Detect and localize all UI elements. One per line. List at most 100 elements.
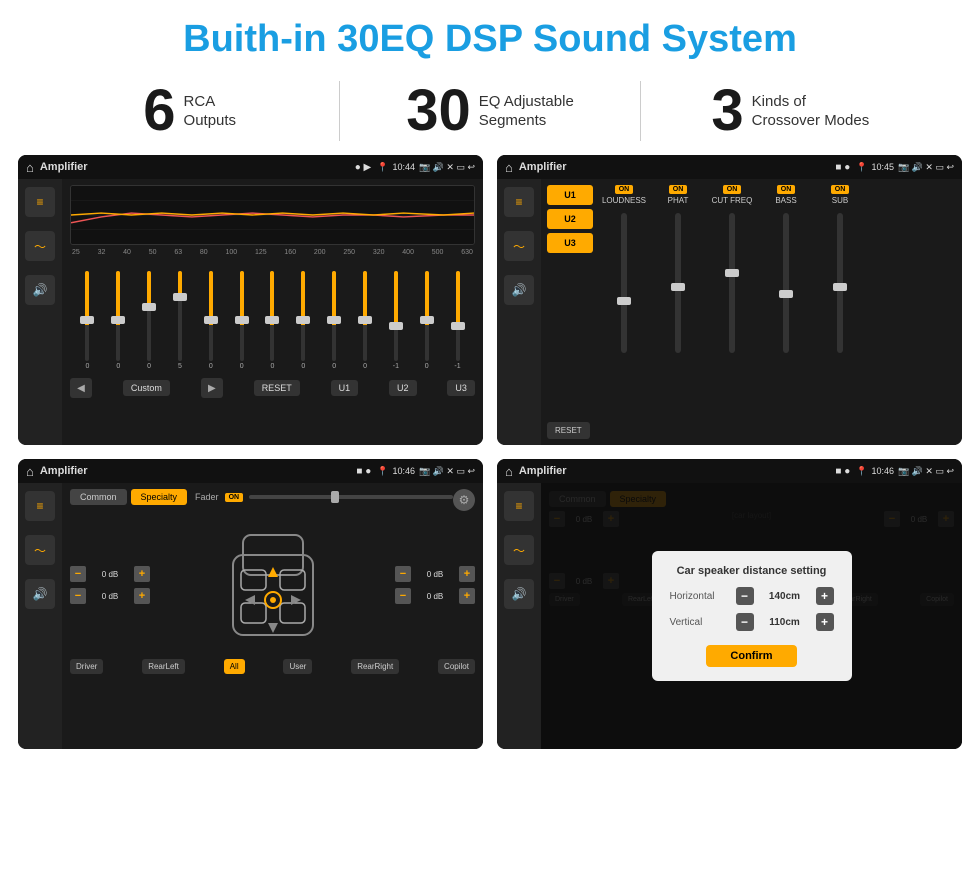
vol-value-fr: 0 dB — [414, 570, 456, 579]
all-btn[interactable]: All — [224, 659, 245, 674]
next-btn[interactable]: ▶ — [201, 378, 223, 398]
screen-distance: ⌂ Amplifier ■ ● 📍 10:46 📷 🔊 ✕ ▭ ↩ ≡ 〜 🔊 … — [497, 459, 962, 749]
eq-control-btn[interactable]: ≡ — [25, 187, 55, 217]
horizontal-label: Horizontal — [670, 591, 725, 602]
prev-btn[interactable]: ◀ — [70, 378, 92, 398]
wave-control-btn[interactable]: 〜 — [25, 231, 55, 261]
spk-vol-btn[interactable]: 🔊 — [25, 579, 55, 609]
amp-main-area: U1 U2 U3 ON LOUDNESS — [541, 179, 962, 445]
screen-eq: ⌂ Amplifier ● ▶ 📍 10:44 📷 🔊 ✕ ▭ ↩ ≡ 〜 🔊 — [18, 155, 483, 445]
amp-spk-btn[interactable]: 🔊 — [504, 275, 534, 305]
custom-label: Custom — [123, 380, 170, 396]
eq-freq-labels: 253240506380100125160200250320400500630 — [70, 249, 475, 256]
channel-phat: ON PHAT — [653, 185, 703, 357]
u3-label[interactable]: U3 — [447, 380, 475, 396]
vol-row-rr: − 0 dB + — [395, 588, 475, 604]
vertical-value: 110cm — [765, 617, 805, 628]
on-badge-cutfreq: ON — [723, 185, 742, 194]
tab-common[interactable]: Common — [70, 489, 127, 505]
screenshots-grid: ⌂ Amplifier ● ▶ 📍 10:44 📷 🔊 ✕ ▭ ↩ ≡ 〜 🔊 — [0, 155, 980, 759]
u3-preset[interactable]: U3 — [547, 233, 593, 253]
horizontal-row: Horizontal − 140cm + — [670, 587, 834, 605]
channel-bass: ON BASS — [761, 185, 811, 357]
rearright-btn[interactable]: RearRight — [351, 659, 399, 674]
status-dot-3: ■ ● — [356, 466, 371, 477]
screen-amp: ⌂ Amplifier ■ ● 📍 10:45 📷 🔊 ✕ ▭ ↩ ≡ 〜 🔊 … — [497, 155, 962, 445]
spk-wave-btn[interactable]: 〜 — [25, 535, 55, 565]
preset-buttons: U1 U2 U3 — [547, 185, 593, 253]
channel-name-cutfreq: CUT FREQ — [712, 196, 753, 205]
channel-name-sub: SUB — [832, 196, 848, 205]
vol-minus-fr[interactable]: − — [395, 566, 411, 582]
channel-loudness: ON LOUDNESS — [599, 185, 649, 357]
vol-row-fr: − 0 dB + — [395, 566, 475, 582]
bottom-labels-row: Driver RearLeft All User RearRight Copil… — [70, 659, 475, 674]
screen-speaker: ⌂ Amplifier ■ ● 📍 10:46 📷 🔊 ✕ ▭ ↩ ≡ 〜 🔊 … — [18, 459, 483, 749]
vol-plus-rr[interactable]: + — [459, 588, 475, 604]
u2-label[interactable]: U2 — [389, 380, 417, 396]
spk4-eq-btn[interactable]: ≡ — [504, 491, 534, 521]
stat-number-rca: 6 — [143, 82, 175, 140]
channel-name-loudness: LOUDNESS — [602, 196, 646, 205]
amp-channels: ON LOUDNESS ON PHAT — [599, 185, 956, 357]
status-bar-2: ⌂ Amplifier ■ ● 📍 10:45 📷 🔊 ✕ ▭ ↩ — [497, 155, 962, 179]
stat-text-crossover: Kinds of Crossover Modes — [752, 92, 870, 131]
stat-number-eq: 30 — [406, 82, 471, 140]
on-badge-bass: ON — [777, 185, 796, 194]
stat-text-rca: RCA Outputs — [184, 92, 237, 131]
vol-minus-rl[interactable]: − — [70, 588, 86, 604]
vol-plus-fl[interactable]: + — [134, 566, 150, 582]
vol-minus-rr[interactable]: − — [395, 588, 411, 604]
fader-track[interactable] — [249, 495, 453, 499]
app-name-3: Amplifier — [40, 465, 351, 477]
on-badge-phat: ON — [669, 185, 688, 194]
status-bar-3: ⌂ Amplifier ■ ● 📍 10:46 📷 🔊 ✕ ▭ ↩ — [18, 459, 483, 483]
horizontal-plus[interactable]: + — [816, 587, 834, 605]
app-name-4: Amplifier — [519, 465, 830, 477]
reset-label[interactable]: RESET — [254, 380, 300, 396]
vertical-minus[interactable]: − — [736, 613, 754, 631]
stat-item-rca: 6 RCA Outputs — [40, 82, 339, 140]
vol-row-rl: − 0 dB + — [70, 588, 150, 604]
home-icon-3: ⌂ — [26, 464, 34, 479]
vol-minus-fl[interactable]: − — [70, 566, 86, 582]
horizontal-minus[interactable]: − — [736, 587, 754, 605]
amp-eq-btn[interactable]: ≡ — [504, 187, 534, 217]
spk-eq-btn[interactable]: ≡ — [25, 491, 55, 521]
reset-btn-2[interactable]: RESET — [547, 422, 590, 439]
user-btn[interactable]: User — [283, 659, 312, 674]
eq-bottom-bar: ◀ Custom ▶ RESET U1 U2 U3 — [70, 374, 475, 402]
left-controls-1: ≡ 〜 🔊 — [18, 179, 62, 445]
copilot-btn[interactable]: Copilot — [438, 659, 475, 674]
fader-label: Fader — [195, 492, 219, 502]
status-icons-3: 📍 10:46 📷 🔊 ✕ ▭ ↩ — [377, 466, 475, 477]
stat-number-crossover: 3 — [711, 82, 743, 140]
spk4-vol-btn[interactable]: 🔊 — [504, 579, 534, 609]
speaker-control-btn[interactable]: 🔊 — [25, 275, 55, 305]
stat-text-eq: EQ Adjustable Segments — [479, 92, 574, 131]
amp-wave-btn[interactable]: 〜 — [504, 231, 534, 261]
mode-tabs: Common Specialty — [70, 489, 187, 505]
distance-dialog: Car speaker distance setting Horizontal … — [652, 551, 852, 681]
u1-label[interactable]: U1 — [331, 380, 359, 396]
eq-main-area: 253240506380100125160200250320400500630 … — [62, 179, 483, 445]
u2-preset[interactable]: U2 — [547, 209, 593, 229]
left-volume-col: − 0 dB + − 0 dB + — [70, 566, 150, 604]
rearleft-btn[interactable]: RearLeft — [142, 659, 185, 674]
vol-plus-rl[interactable]: + — [134, 588, 150, 604]
status-bar-1: ⌂ Amplifier ● ▶ 📍 10:44 📷 🔊 ✕ ▭ ↩ — [18, 155, 483, 179]
u1-preset[interactable]: U1 — [547, 185, 593, 205]
status-dot-4: ■ ● — [835, 466, 850, 477]
settings-icon[interactable]: ⚙ — [453, 489, 475, 511]
vol-plus-fr[interactable]: + — [459, 566, 475, 582]
app-name-1: Amplifier — [40, 161, 349, 173]
tab-specialty[interactable]: Specialty — [131, 489, 188, 505]
confirm-button[interactable]: Confirm — [706, 645, 796, 667]
driver-btn[interactable]: Driver — [70, 659, 103, 674]
vol-value-rr: 0 dB — [414, 592, 456, 601]
dialog-overlay: Car speaker distance setting Horizontal … — [541, 483, 962, 749]
spk4-wave-btn[interactable]: 〜 — [504, 535, 534, 565]
on-badge-sub: ON — [831, 185, 850, 194]
vertical-plus[interactable]: + — [816, 613, 834, 631]
status-icons-2: 📍 10:45 📷 🔊 ✕ ▭ ↩ — [856, 162, 954, 173]
